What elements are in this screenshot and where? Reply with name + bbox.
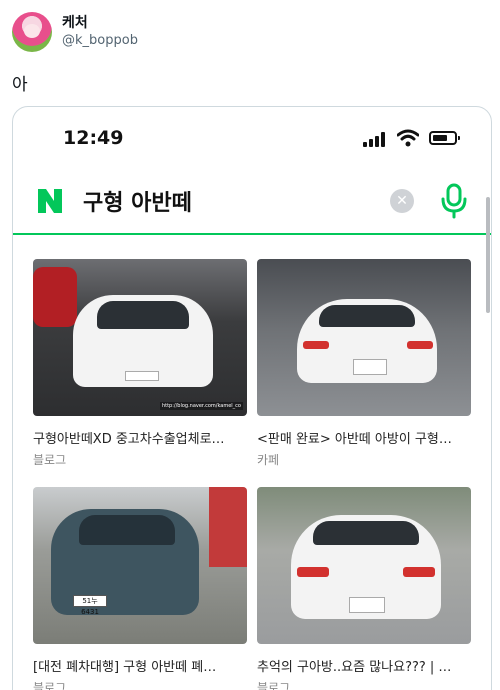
result-thumbnail[interactable]: http://blog.naver.com/kamel_co bbox=[33, 259, 247, 416]
red-car-shape bbox=[33, 267, 77, 327]
search-query[interactable]: 구형 아반떼 bbox=[83, 185, 192, 217]
tail-light-left bbox=[297, 567, 329, 577]
naver-logo-icon[interactable] bbox=[35, 186, 65, 216]
result-source: 블로그 bbox=[257, 681, 291, 690]
status-bar: 12:49 bbox=[13, 107, 491, 167]
result-title[interactable]: 추억의 구아방..요즘 많나요??? | … bbox=[257, 656, 471, 675]
tail-light-left bbox=[303, 341, 329, 349]
avatar[interactable] bbox=[12, 12, 52, 52]
result-source: 블로그 bbox=[33, 681, 67, 690]
result-item[interactable]: 추억의 구아방..요즘 많나요??? | … 블로그 bbox=[257, 487, 471, 690]
display-name[interactable]: 케처 bbox=[62, 14, 138, 32]
search-bar[interactable]: 구형 아반떼 ✕ bbox=[13, 169, 491, 235]
license-plate bbox=[125, 371, 159, 381]
tail-light-right bbox=[407, 341, 433, 349]
tweet-header: 케처 @k_boppob bbox=[12, 12, 138, 52]
attached-screenshot[interactable]: 12:49 구형 아반떼 ✕ http://blog.naver.com/kam… bbox=[12, 106, 492, 690]
microphone-icon[interactable] bbox=[438, 183, 470, 219]
license-plate bbox=[349, 597, 385, 613]
license-plate bbox=[353, 359, 387, 375]
result-title[interactable]: <판매 완료> 아반떼 아방이 구형… bbox=[257, 428, 471, 447]
scrollbar[interactable] bbox=[486, 197, 490, 313]
windshield-shape bbox=[79, 515, 175, 545]
status-time: 12:49 bbox=[63, 127, 124, 149]
user-handle[interactable]: @k_boppob bbox=[62, 32, 138, 50]
watermark-text: http://blog.naver.com/kamel_co bbox=[159, 402, 243, 410]
result-title[interactable]: [대전 폐차대행] 구형 아반떼 폐… bbox=[33, 656, 247, 675]
result-source: 블로그 bbox=[33, 453, 67, 467]
red-truck-shape bbox=[209, 487, 247, 567]
tweet-text: 아 bbox=[12, 75, 28, 95]
license-plate: 51누6431 bbox=[73, 595, 107, 616]
result-item[interactable]: http://blog.naver.com/kamel_co 구형아반떼XD 중… bbox=[33, 259, 247, 468]
wifi-icon bbox=[397, 129, 419, 147]
battery-icon bbox=[429, 131, 460, 145]
result-title[interactable]: 구형아반떼XD 중고차수출업체로… bbox=[33, 428, 247, 447]
result-item[interactable]: 51누6431 [대전 폐차대행] 구형 아반떼 폐… 블로그 bbox=[33, 487, 247, 690]
tail-light-right bbox=[403, 567, 435, 577]
windshield-shape bbox=[97, 301, 189, 329]
rear-window-shape bbox=[313, 521, 419, 545]
clear-icon[interactable]: ✕ bbox=[390, 189, 414, 213]
result-item[interactable]: <판매 완료> 아반떼 아방이 구형… 카페 bbox=[257, 259, 471, 468]
cellular-signal-icon bbox=[363, 131, 387, 147]
result-source: 카페 bbox=[257, 453, 280, 467]
result-thumbnail[interactable]: 51누6431 bbox=[33, 487, 247, 644]
rear-window-shape bbox=[319, 305, 415, 327]
result-thumbnail[interactable] bbox=[257, 487, 471, 644]
author-names: 케처 @k_boppob bbox=[62, 14, 138, 50]
result-thumbnail[interactable] bbox=[257, 259, 471, 416]
